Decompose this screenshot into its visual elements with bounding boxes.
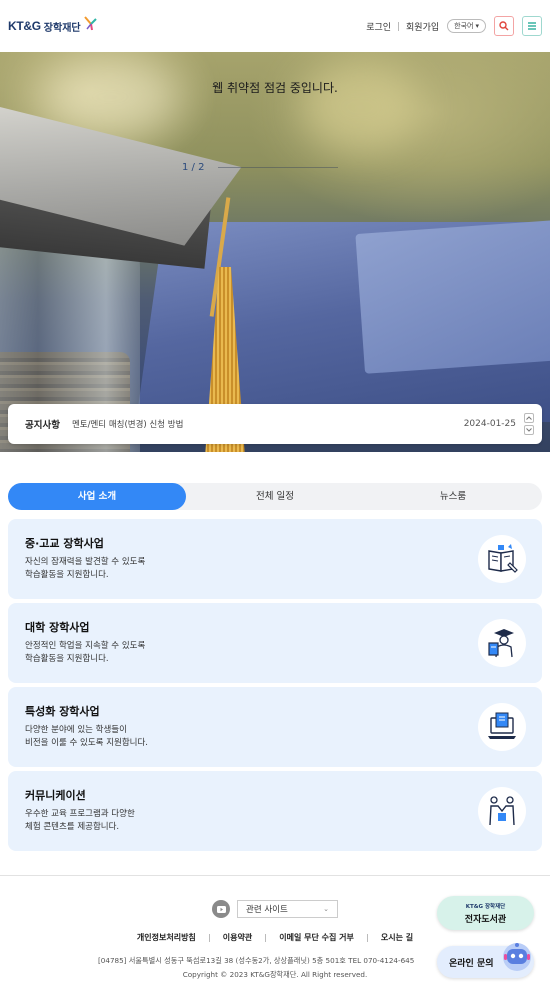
card-desc-line: 비전을 이룰 수 있도록 지원합니다. bbox=[25, 738, 148, 748]
card-title: 대학 장학사업 bbox=[25, 621, 90, 634]
chevron-down-icon: ⌄ bbox=[323, 905, 329, 913]
card-description: 안정적인 학업을 지속할 수 있도록 학습활동을 지원합니다. bbox=[25, 640, 285, 666]
section-tabs: 사업 소개 전체 일정 뉴스룸 bbox=[8, 483, 542, 510]
chatbot-icon[interactable] bbox=[498, 937, 536, 975]
logo-kt: KT&G bbox=[8, 19, 41, 33]
hero-caption: 웹 취약점 점검 중입니다. bbox=[212, 81, 338, 95]
youtube-button[interactable] bbox=[212, 900, 230, 918]
ebook-label: 전자도서관 bbox=[464, 915, 507, 925]
footer-address: [04785] 서울특별시 성동구 뚝섬로13길 38 (성수동2가, 상상플래… bbox=[98, 956, 415, 965]
card-description: 자신의 잠재력을 발견할 수 있도록 학습활동을 지원합니다. bbox=[25, 556, 285, 582]
related-sites-label: 관련 사이트 bbox=[246, 905, 288, 915]
notice-link[interactable]: 멘토/멘티 매칭(변경) 신청 방법 bbox=[72, 418, 183, 430]
notice-date: 2024-01-25 bbox=[463, 419, 516, 429]
signup-link[interactable]: 회원가입 bbox=[406, 20, 439, 33]
chevron-up-icon bbox=[526, 416, 532, 420]
card-description: 다양한 분야에 있는 학생들이 비전을 이룰 수 있도록 지원합니다. bbox=[25, 724, 285, 750]
ebook-library-button[interactable]: KT&G 장학재단 전자도서관 bbox=[437, 896, 534, 930]
logo-mark-icon bbox=[82, 15, 98, 31]
handshake-icon bbox=[478, 787, 526, 835]
laptop-book-icon bbox=[478, 703, 526, 751]
card-university-scholarship[interactable]: 대학 장학사업 안정적인 학업을 지속할 수 있도록 학습활동을 지원합니다. bbox=[8, 603, 542, 683]
card-description: 우수한 교육 프로그램과 다양한 체험 콘텐츠를 제공합니다. bbox=[25, 808, 285, 834]
email-refusal-link[interactable]: 이메일 무단 수집 거부 bbox=[279, 932, 354, 943]
header: KT&G 장학재단 로그인 회원가입 한국어 ▾ bbox=[0, 0, 550, 52]
card-title: 특성화 장학사업 bbox=[25, 705, 100, 718]
slide-pager: 1 / 2 bbox=[182, 162, 339, 173]
chevron-down-icon bbox=[526, 428, 532, 432]
hamburger-icon bbox=[528, 22, 536, 30]
card-desc-line: 체험 콘텐츠를 제공합니다. bbox=[25, 822, 120, 832]
card-title: 중·고교 장학사업 bbox=[25, 537, 104, 550]
card-communication[interactable]: 커뮤니케이션 우수한 교육 프로그램과 다양한 체험 콘텐츠를 제공합니다. bbox=[8, 771, 542, 851]
notice-bar: 공지사항 멘토/멘티 매칭(변경) 신청 방법 2024-01-25 bbox=[8, 404, 542, 444]
card-desc-line: 다양한 분야에 있는 학생들이 bbox=[25, 725, 127, 735]
card-desc-line: 자신의 잠재력을 발견할 수 있도록 bbox=[25, 557, 146, 567]
tab-business[interactable]: 사업 소개 bbox=[8, 483, 186, 510]
notice-label: 공지사항 bbox=[25, 420, 60, 431]
language-value: 한국어 bbox=[454, 22, 474, 30]
notice-prev-button[interactable] bbox=[524, 413, 534, 423]
language-select[interactable]: 한국어 ▾ bbox=[447, 19, 486, 33]
card-desc-line: 학습활동을 지원합니다. bbox=[25, 654, 109, 664]
footer-links: 개인정보처리방침 이용약관 이메일 무단 수집 거부 오시는 길 bbox=[0, 932, 550, 943]
divider bbox=[398, 21, 400, 31]
menu-button[interactable] bbox=[522, 16, 542, 36]
caret-down-icon: ▾ bbox=[475, 22, 479, 30]
card-title: 커뮤니케이션 bbox=[25, 789, 86, 802]
login-link[interactable]: 로그인 bbox=[366, 20, 391, 33]
book-pen-icon bbox=[478, 535, 526, 583]
tab-newsroom[interactable]: 뉴스룸 bbox=[364, 483, 542, 510]
notice-next-button[interactable] bbox=[524, 425, 534, 435]
card-special-scholarship[interactable]: 특성화 장학사업 다양한 분야에 있는 학생들이 비전을 이룰 수 있도록 지원… bbox=[8, 687, 542, 767]
card-desc-line: 학습활동을 지원합니다. bbox=[25, 570, 109, 580]
logo[interactable]: KT&G 장학재단 bbox=[8, 16, 98, 34]
footer-divider bbox=[0, 875, 550, 876]
related-sites-select[interactable]: 관련 사이트 ⌄ bbox=[237, 900, 338, 918]
search-button[interactable] bbox=[494, 16, 514, 36]
graduate-icon bbox=[478, 619, 526, 667]
slide-counter: 1 / 2 bbox=[182, 162, 205, 173]
card-desc-line: 안정적인 학업을 지속할 수 있도록 bbox=[25, 641, 146, 651]
tab-schedule[interactable]: 전체 일정 bbox=[186, 483, 364, 510]
youtube-icon bbox=[216, 905, 226, 913]
ebook-logo: KT&G 장학재단 bbox=[465, 904, 506, 910]
terms-link[interactable]: 이용약관 bbox=[223, 932, 252, 943]
card-middle-high-scholarship[interactable]: 중·고교 장학사업 자신의 잠재력을 발견할 수 있도록 학습활동을 지원합니다… bbox=[8, 519, 542, 599]
privacy-policy-link[interactable]: 개인정보처리방침 bbox=[137, 932, 196, 943]
directions-link[interactable]: 오시는 길 bbox=[381, 932, 413, 943]
logo-name: 장학재단 bbox=[43, 22, 81, 34]
search-icon bbox=[499, 21, 509, 31]
online-inquiry-label: 온라인 문의 bbox=[449, 958, 494, 969]
card-desc-line: 우수한 교육 프로그램과 다양한 bbox=[25, 809, 135, 819]
slide-progress bbox=[218, 167, 339, 168]
hero-banner[interactable]: 웹 취약점 점검 중입니다. 1 / 2 bbox=[0, 52, 550, 452]
